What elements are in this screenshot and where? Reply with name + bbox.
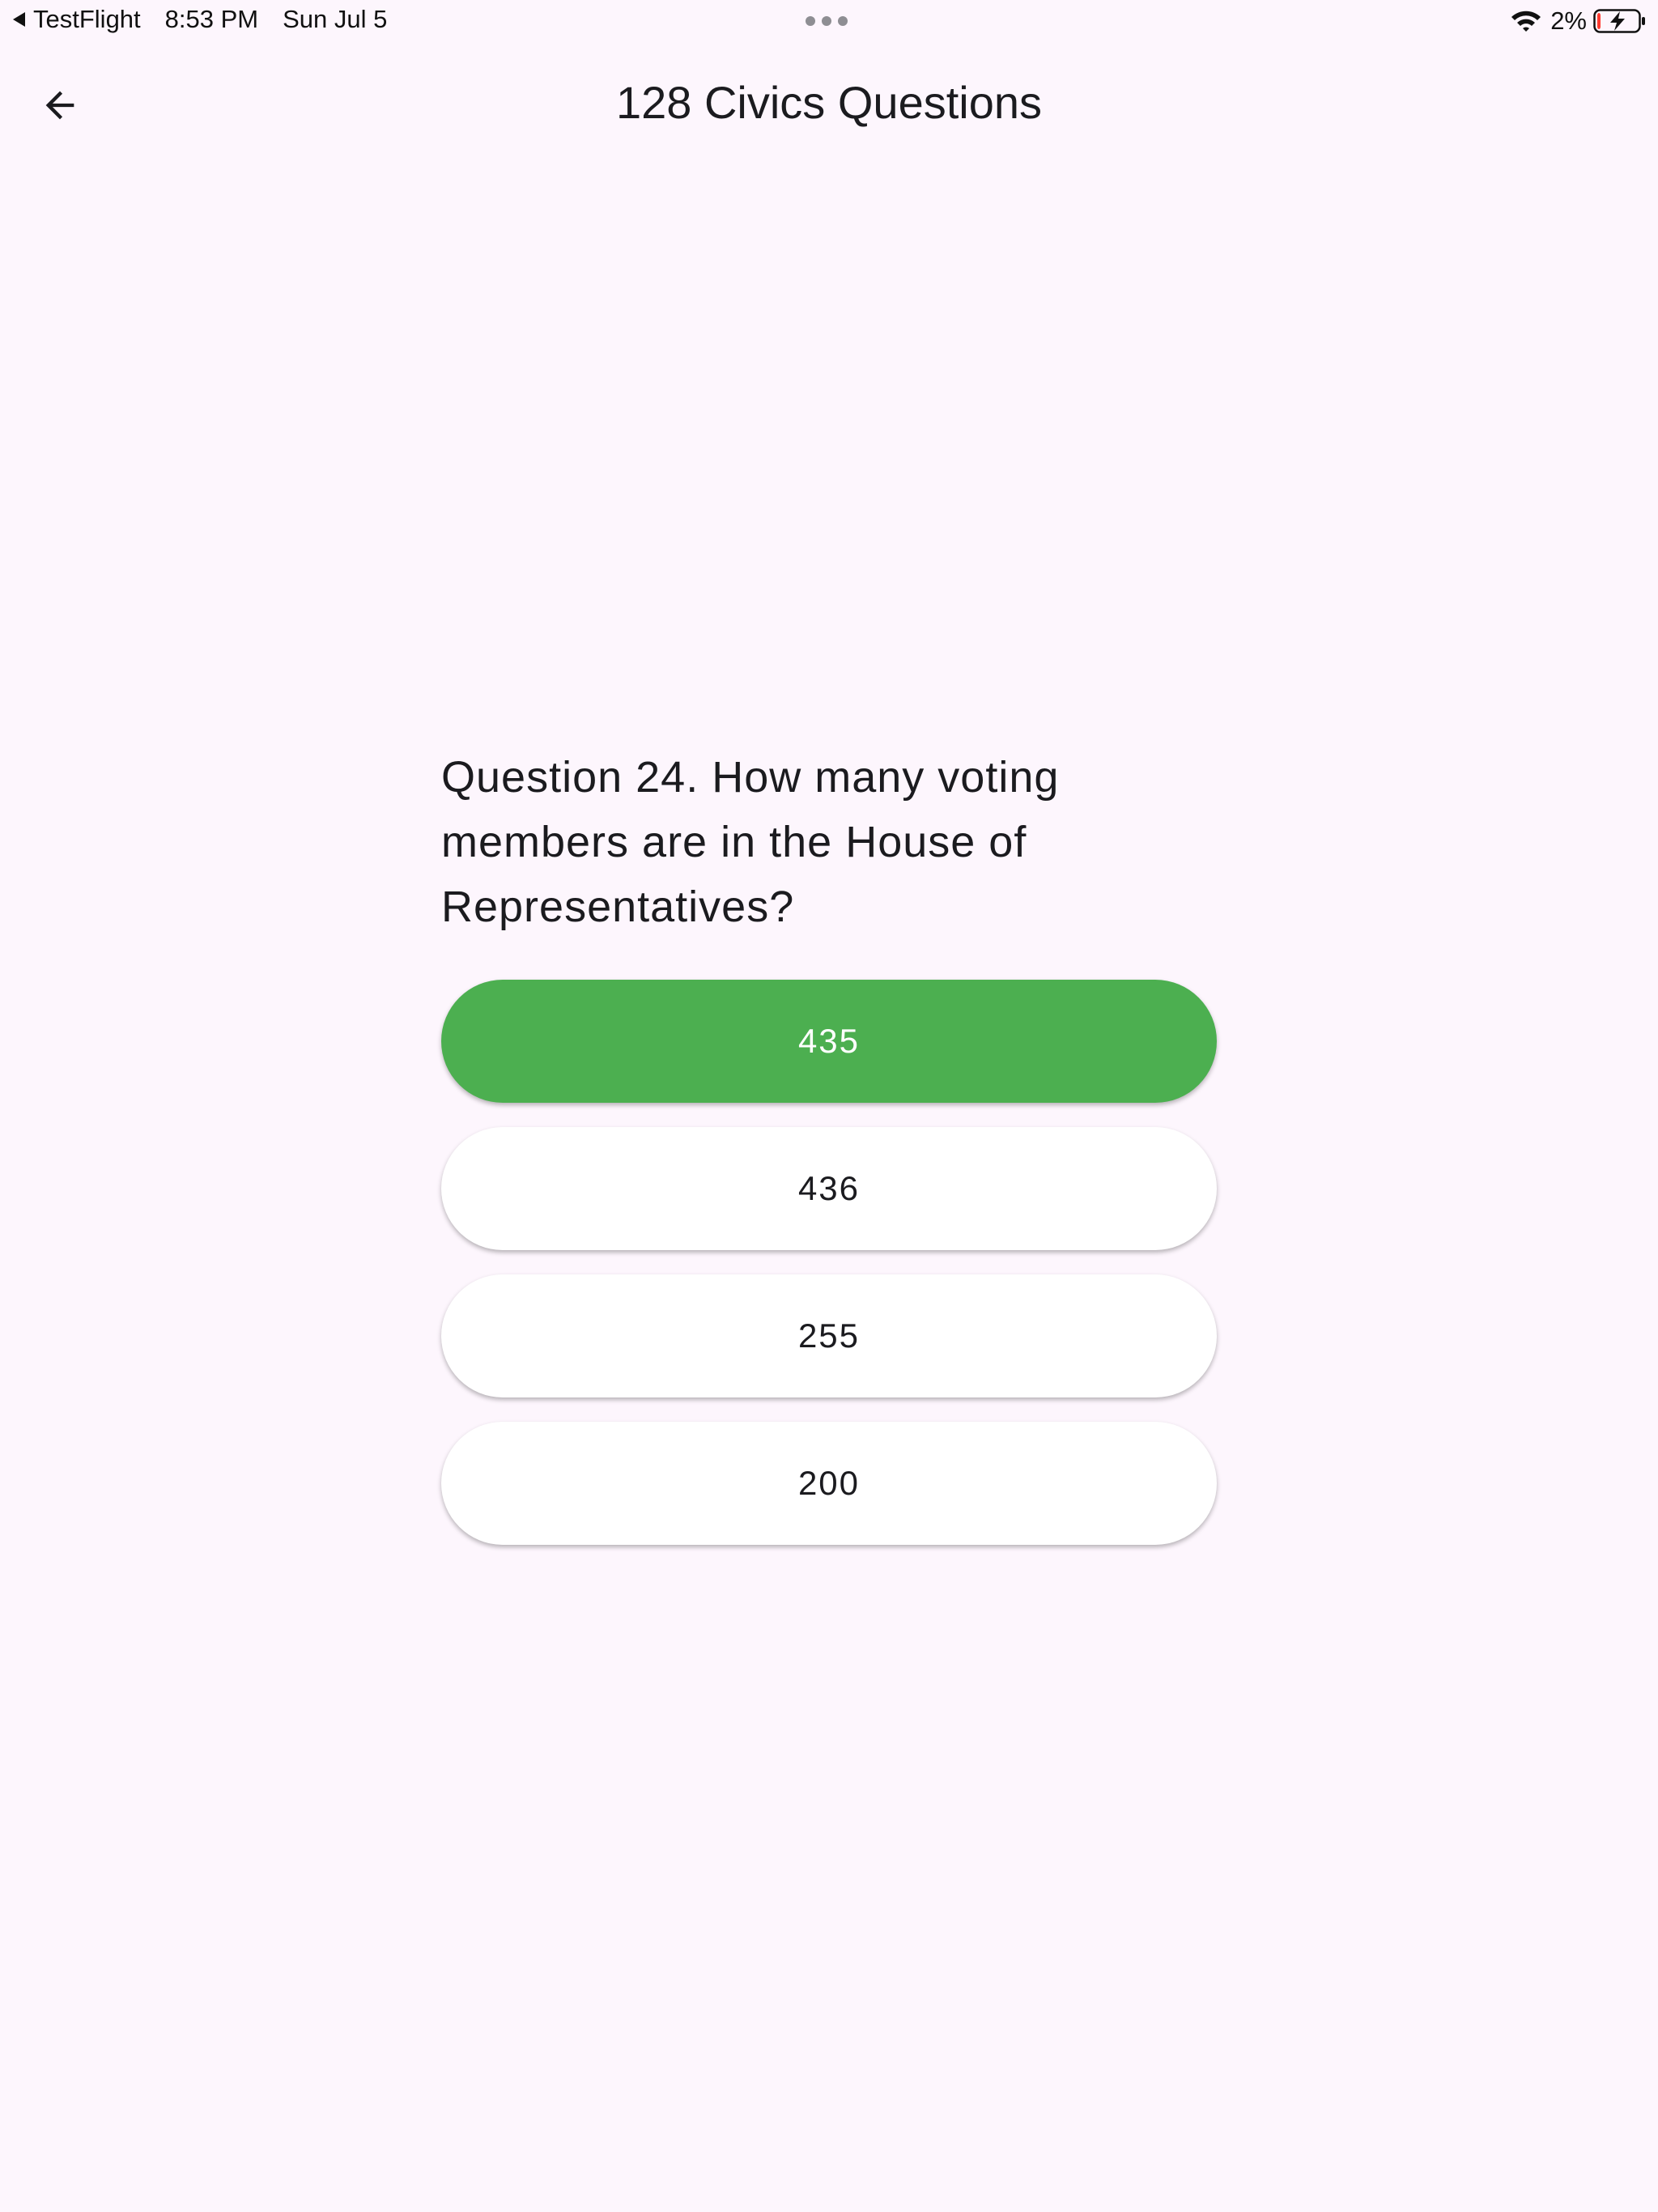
battery-percent: 2% <box>1550 6 1587 35</box>
battery-charging-icon <box>1593 9 1645 33</box>
answer-label: 200 <box>797 1464 861 1502</box>
question-text: Question 24. How many voting members are… <box>441 753 1060 931</box>
dot <box>822 16 831 26</box>
status-bar: TestFlight 8:53 PM Sun Jul 5 2% <box>0 0 1658 42</box>
dot <box>806 16 815 26</box>
dot <box>838 16 848 26</box>
status-time: 8:53 PM <box>164 5 259 33</box>
answer-button-2[interactable]: 436 <box>441 1127 1217 1250</box>
more-dots-icon[interactable] <box>806 16 848 26</box>
status-right: 2% <box>1510 6 1647 36</box>
answer-list: 435 436 255 200 <box>441 980 1217 1569</box>
answer-label: 255 <box>797 1317 861 1355</box>
back-to-app-label[interactable]: TestFlight <box>33 5 141 34</box>
battery-fill <box>1597 13 1601 29</box>
status-left[interactable]: TestFlight 8:53 PM Sun Jul 5 <box>13 5 387 34</box>
answer-button-1[interactable]: 435 <box>441 980 1217 1103</box>
answer-label: 435 <box>797 1022 861 1060</box>
page-title: 128 Civics Questions <box>615 77 1042 128</box>
app-bar: 128 Civics Questions <box>0 50 1658 160</box>
answer-button-3[interactable]: 255 <box>441 1274 1217 1397</box>
wifi-icon <box>1511 11 1541 32</box>
answer-button-4[interactable]: 200 <box>441 1422 1217 1545</box>
answer-label: 436 <box>797 1169 861 1207</box>
back-triangle-icon[interactable] <box>13 12 25 27</box>
status-date: Sun Jul 5 <box>283 5 388 33</box>
